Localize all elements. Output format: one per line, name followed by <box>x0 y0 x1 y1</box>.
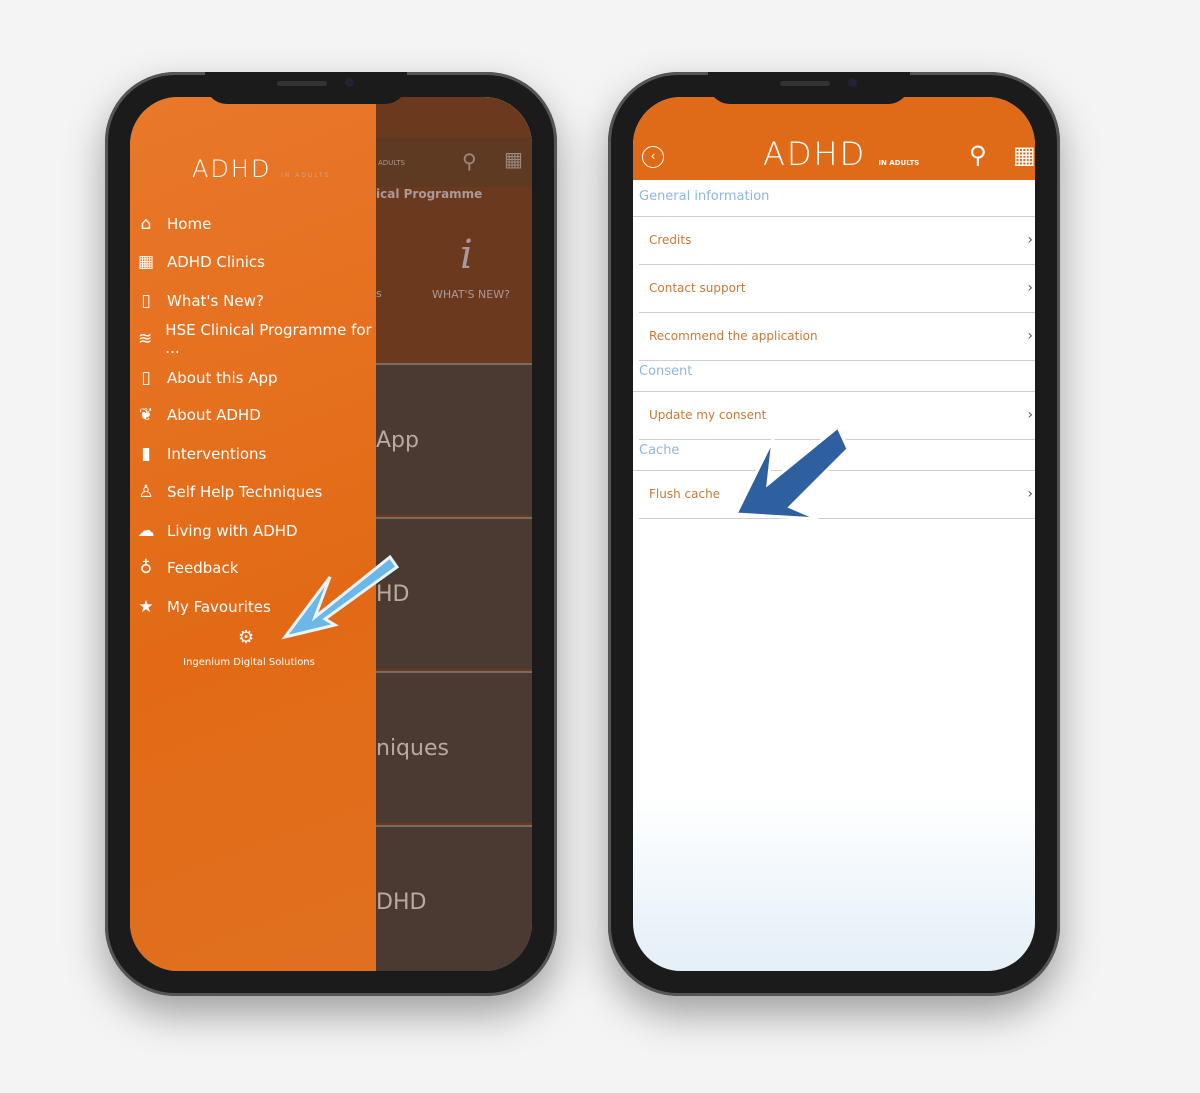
menu-item-label: HSE Clinical Programme for ... <box>165 321 372 357</box>
search-icon[interactable]: ⚲ <box>969 141 987 169</box>
row-label: Credits <box>649 233 692 247</box>
chevron-right-icon: › <box>1027 407 1033 423</box>
menu-item-label: Living with ADHD <box>167 522 298 540</box>
logo-title: ADHD <box>763 135 867 173</box>
chevron-right-icon: › <box>1027 486 1033 502</box>
arrow-annotation-dark <box>733 424 850 521</box>
footer-credit[interactable]: Ingenium Digital Solutions <box>130 657 368 668</box>
row-label: Contact support <box>649 281 746 295</box>
meditation-icon: ♙ <box>138 482 154 502</box>
menu-item[interactable]: ❦ About ADHD <box>133 400 261 430</box>
home-icon: ⌂ <box>140 214 152 234</box>
phone-icon: ▯ <box>141 291 151 311</box>
app-header: ‹ ADHD IN ADULTS ⚲ ▦ <box>633 97 1035 180</box>
arrow-shape <box>281 554 400 640</box>
right-phone: ‹ ADHD IN ADULTS ⚲ ▦ General information… <box>608 72 1060 996</box>
section-header: Cache <box>639 443 680 458</box>
bg-header: ADULTS ⚲ ▦ <box>376 137 532 187</box>
settings-row[interactable]: Contact support › <box>649 264 1035 312</box>
logo-title: ADHD <box>192 155 272 183</box>
app-logo: ADHD IN ADULTS <box>763 135 919 173</box>
divider <box>639 360 1035 361</box>
bg-search-icon: ⚲ <box>462 149 477 173</box>
info-icon: i <box>460 232 473 278</box>
settings-row[interactable]: Credits › <box>649 216 1035 264</box>
notch <box>708 72 910 104</box>
menu-item-label: About ADHD <box>167 406 261 424</box>
right-screen: ‹ ADHD IN ADULTS ⚲ ▦ General information… <box>633 97 1035 971</box>
menu-item-label: ADHD Clinics <box>167 253 265 271</box>
navigation-drawer: ADHD IN ADULTS ⌂ Home ▦ ADHD Clinics ▯ What's… <box>130 97 376 971</box>
menu-item[interactable]: ☁ Living with ADHD <box>133 516 298 546</box>
bg-grid-icon: ▦ <box>504 147 523 171</box>
menu-item[interactable]: ★ My Favourites <box>133 592 271 622</box>
logo-subtitle: IN ADULTS <box>281 172 331 179</box>
bg-tile-label: WHAT'S NEW? <box>432 288 510 301</box>
menu-item-label: My Favourites <box>167 598 271 616</box>
phone-icon: ▯ <box>141 368 151 388</box>
menu-item-label: Feedback <box>167 559 239 577</box>
menu-item[interactable]: ♙ Self Help Techniques <box>133 477 322 507</box>
menu-item-label: Self Help Techniques <box>167 483 323 501</box>
left-screen: ADULTS ⚲ ▦ ical Programme s i WHAT'S NEW… <box>130 97 532 971</box>
menu-item[interactable]: ▯ What's New? <box>133 286 264 316</box>
menu-item-label: About this App <box>167 369 278 387</box>
section-header: General information <box>639 189 770 204</box>
bg-tile: App <box>376 363 532 515</box>
app-logo: ADHD IN ADULTS <box>192 155 330 183</box>
bar-chart-icon: ▮ <box>141 444 151 464</box>
clinic-icon: ▦ <box>137 252 155 272</box>
arrow-annotation-light <box>281 554 400 640</box>
bg-tile: DHD <box>376 825 532 971</box>
menu-item-label: Home <box>167 215 212 233</box>
bg-header-text: ical Programme <box>376 187 483 201</box>
menu-item[interactable]: ⌂ Home <box>133 209 212 239</box>
arrow-shape <box>733 424 850 521</box>
chevron-right-icon: › <box>1027 280 1033 296</box>
chevron-right-icon: › <box>1027 328 1033 344</box>
star-icon: ★ <box>138 597 154 617</box>
row-label: Flush cache <box>649 487 721 501</box>
menu-item[interactable]: ♁ Feedback <box>133 553 239 583</box>
menu-item[interactable]: ▦ ADHD Clinics <box>133 247 265 277</box>
menu-item-label: What's New? <box>167 292 264 310</box>
logo-subtitle: IN ADULTS <box>878 159 920 167</box>
lightbulb-icon: ♁ <box>139 558 153 578</box>
menu-item-label: Interventions <box>167 445 267 463</box>
row-label: Recommend the application <box>649 329 818 343</box>
weather-icon: ☁ <box>137 521 155 541</box>
notch <box>205 72 407 104</box>
chevron-right-icon: › <box>1027 232 1033 248</box>
settings-row[interactable]: Recommend the application › <box>649 312 1035 360</box>
menu-item[interactable]: ≋ HSE Clinical Programme for ... <box>133 321 376 357</box>
grid-menu-icon[interactable]: ▦ <box>1013 141 1035 169</box>
section-header: Consent <box>639 364 693 379</box>
bg-fragment: s <box>376 287 382 300</box>
menu-item[interactable]: ▯ About this App <box>133 363 278 393</box>
back-button[interactable]: ‹ <box>642 146 664 168</box>
gear-icon[interactable]: ⚙ <box>238 627 254 648</box>
bg-tile: niques <box>376 671 532 823</box>
menu-item[interactable]: ▮ Interventions <box>133 439 266 469</box>
bg-adults-text: ADULTS <box>378 159 405 167</box>
waves-icon: ≋ <box>138 329 153 349</box>
leaf-icon: ❦ <box>138 405 154 425</box>
left-phone: ADULTS ⚲ ▦ ical Programme s i WHAT'S NEW… <box>105 72 557 996</box>
